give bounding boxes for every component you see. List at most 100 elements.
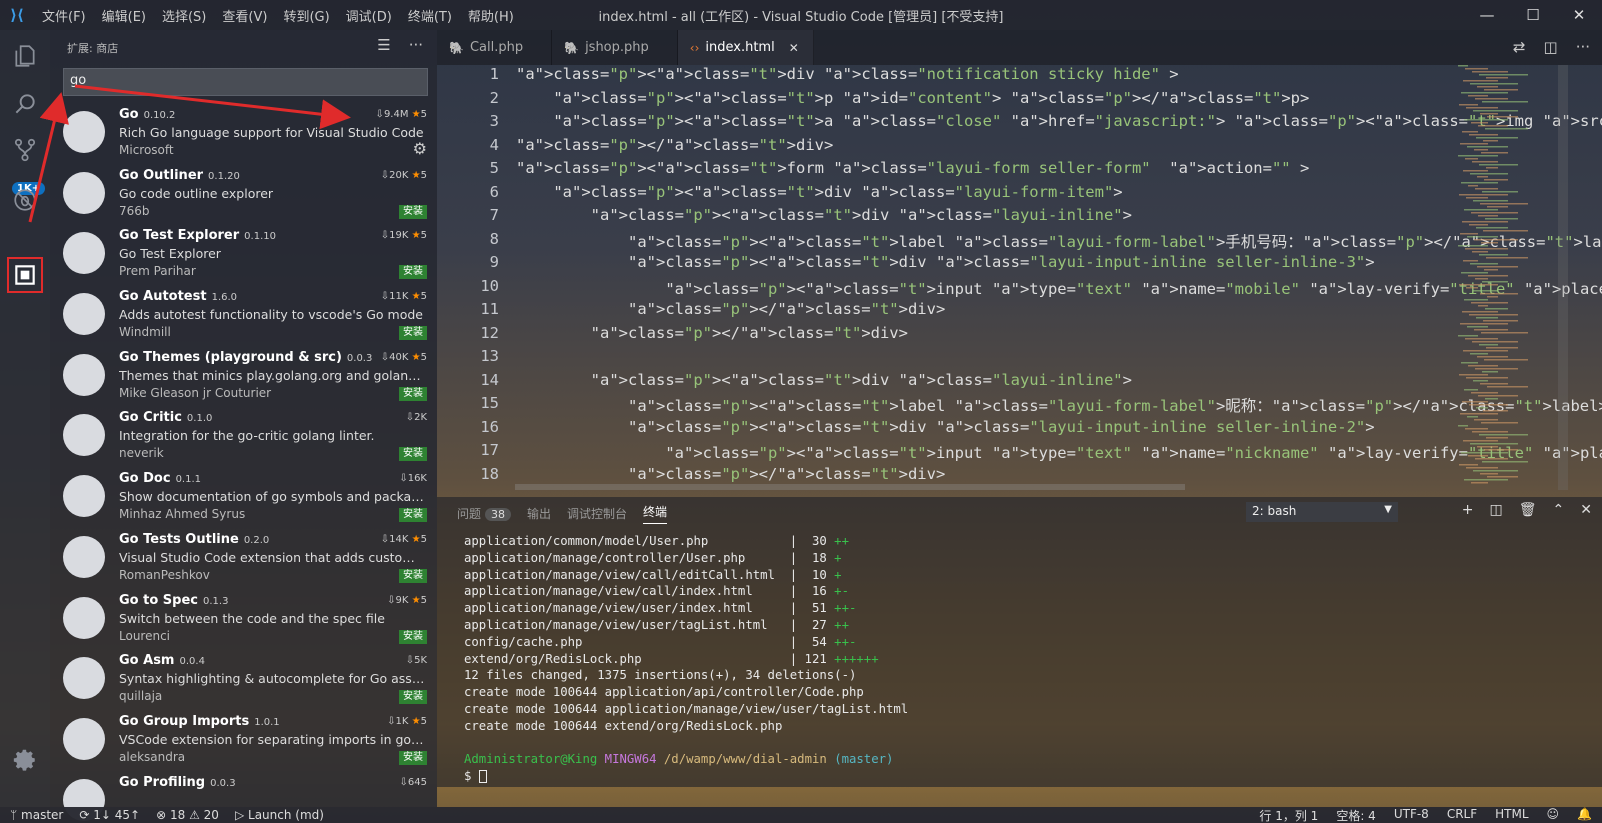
encoding[interactable]: UTF-8	[1394, 807, 1429, 823]
code-editor[interactable]: 1 "a">class="p"><"a">class="t">div "a">cl…	[437, 65, 1602, 490]
tab-call-php[interactable]: 🐘 Call.php	[437, 30, 553, 65]
debug-icon[interactable]	[0, 176, 50, 224]
install-button[interactable]: 安装	[399, 568, 427, 583]
close-tab-icon[interactable]: ✕	[789, 41, 799, 55]
minimap-line	[1478, 125, 1508, 127]
code-line: "a">class="p"><"a">class="t">p "a">id="c…	[553, 88, 1310, 107]
extension-item[interactable]: Go to Spec 0.1.3 Switch between the code a…	[50, 591, 437, 652]
menu-selection[interactable]: 选择(S)	[154, 6, 214, 25]
tab-label: jshop.php	[585, 40, 649, 55]
extension-search-input[interactable]: go	[63, 68, 428, 96]
problems-status[interactable]: ⊗ 18 ⚠ 20	[156, 808, 219, 822]
explorer-icon[interactable]	[0, 32, 50, 80]
split-terminal-icon[interactable]: ◫	[1490, 502, 1503, 518]
tab-terminal[interactable]: 终端	[643, 503, 668, 524]
extension-description: Switch between the code and the spec fil…	[119, 610, 385, 626]
terminal-output[interactable]: application/common/model/User.php | 30 +…	[464, 533, 908, 785]
maximize-panel-icon[interactable]: ⌃	[1553, 502, 1565, 518]
indentation[interactable]: 空格: 4	[1336, 807, 1376, 823]
terminal-input-line[interactable]: $	[464, 768, 908, 785]
line-number: 1	[489, 65, 499, 83]
source-control-icon[interactable]	[0, 126, 50, 174]
minimap-line	[1459, 284, 1498, 286]
extension-publisher: neverik	[119, 446, 164, 461]
editor-horizontal-scrollbar[interactable]	[515, 484, 1185, 490]
extension-item[interactable]: Go Outliner 0.1.20 Go code outline explore…	[50, 166, 437, 227]
rating-value: 5	[420, 715, 427, 727]
install-button[interactable]: 安装	[399, 326, 427, 341]
extension-item[interactable]: Go Themes (playground & src) 0.0.3 Themes …	[50, 348, 437, 409]
menu-help[interactable]: 帮助(H)	[460, 6, 522, 25]
extension-stats: ⇩14K ★5	[381, 534, 427, 545]
search-icon[interactable]	[0, 80, 50, 128]
install-button[interactable]: 安装	[399, 508, 427, 523]
new-terminal-icon[interactable]: +	[1462, 502, 1474, 518]
install-button[interactable]: 安装	[399, 204, 427, 219]
terminal-select[interactable]: 2: bash ▼	[1246, 502, 1398, 522]
maximize-button[interactable]: ☐	[1510, 0, 1556, 30]
minimap-line	[1472, 161, 1498, 163]
menu-edit[interactable]: 编辑(E)	[94, 6, 154, 25]
more-actions-icon[interactable]: ···	[409, 36, 423, 54]
install-button[interactable]: 安装	[399, 265, 427, 280]
download-count: 40K	[389, 351, 409, 363]
install-button[interactable]: 安装	[399, 690, 427, 705]
tab-index-html[interactable]: ‹› index.html ✕	[677, 30, 814, 65]
minimap-line	[1483, 320, 1518, 322]
cursor-position[interactable]: 行 1，列 1	[1259, 807, 1318, 823]
manage-gear-icon[interactable]: ⚙	[413, 139, 427, 158]
kill-terminal-icon[interactable]: 🗑	[1519, 502, 1537, 518]
extension-item[interactable]: Go Group Imports 1.0.1 VSCode extension fo…	[50, 712, 437, 773]
tab-debug-console[interactable]: 调试控制台	[567, 505, 627, 522]
extension-item[interactable]: Go Test Explorer 0.1.10 Go Test Explorer Pr…	[50, 226, 437, 287]
minimap-line	[1478, 215, 1498, 217]
more-actions-icon[interactable]: ···	[1576, 38, 1590, 56]
close-panel-icon[interactable]: ✕	[1580, 502, 1592, 518]
install-button[interactable]: 安装	[399, 386, 427, 401]
editor-vertical-scrollbar[interactable]	[1558, 65, 1568, 490]
clear-list-icon[interactable]: ☰	[377, 36, 390, 54]
compare-changes-icon[interactable]: ⇄	[1513, 38, 1526, 56]
notifications-icon[interactable]: 🔔	[1577, 807, 1592, 823]
launch-status[interactable]: ▷ Launch (md)	[235, 808, 324, 822]
menu-file[interactable]: 文件(F)	[34, 6, 94, 25]
extension-item[interactable]: Go Doc 0.1.1 Show documentation of go symb…	[50, 469, 437, 530]
close-window-button[interactable]: ✕	[1556, 0, 1602, 30]
split-editor-icon[interactable]: ◫	[1544, 38, 1558, 56]
menu-debug[interactable]: 调试(D)	[338, 6, 400, 25]
line-ending[interactable]: CRLF	[1447, 807, 1477, 823]
tab-jshop-php[interactable]: 🐘 jshop.php	[552, 30, 678, 65]
menu-view[interactable]: 查看(V)	[214, 6, 275, 25]
minimap-line	[1470, 443, 1518, 445]
install-button[interactable]: 安装	[399, 629, 427, 644]
extensions-icon[interactable]	[7, 257, 43, 293]
chevron-down-icon: ▼	[1384, 504, 1392, 515]
menu-go[interactable]: 转到(G)	[275, 6, 337, 25]
error-icon: ⊗	[156, 808, 167, 822]
minimap-line	[1467, 146, 1508, 148]
extension-item[interactable]: Go 0.10.2 Rich Go language support for Vis…	[50, 105, 437, 166]
code-line: "a">class="p"><"a">class="t">div "a">cla…	[553, 182, 1123, 201]
language-mode[interactable]: HTML	[1495, 807, 1528, 823]
install-button[interactable]: 安装	[399, 447, 427, 462]
feedback-icon[interactable]: ☺	[1547, 807, 1560, 823]
install-button[interactable]: 安装	[399, 750, 427, 765]
minimap-line	[1467, 236, 1498, 238]
extension-item[interactable]: Go Autotest 1.6.0 Adds autotest functional…	[50, 287, 437, 348]
extension-item[interactable]: Go Asm 0.0.4 Syntax highlighting & autocom…	[50, 651, 437, 712]
settings-gear-icon[interactable]	[0, 736, 50, 784]
menu-terminal[interactable]: 终端(T)	[400, 6, 460, 25]
minimize-button[interactable]: —	[1464, 0, 1510, 30]
tab-output[interactable]: 输出	[527, 505, 551, 522]
download-icon: ⇩	[387, 715, 396, 727]
download-count: 16K	[407, 473, 427, 485]
extension-item[interactable]: Go Critic 0.1.0 Integration for the go-cri…	[50, 408, 437, 469]
code-line: "a">class="p"><"a">class="t">a "a">class…	[553, 112, 1602, 130]
extension-item[interactable]: Go Tests Outline 0.2.0 Visual Studio Code …	[50, 530, 437, 591]
extension-publisher: Mike Gleason jr Couturier	[119, 385, 272, 400]
tab-problems[interactable]: 问题 38	[457, 505, 512, 522]
branch-status[interactable]: ᛘ master	[10, 808, 63, 822]
extension-stats: ⇩1K ★5	[387, 716, 427, 727]
minimap[interactable]	[1458, 65, 1558, 490]
sync-status[interactable]: ⟳ 1↓ 45↑	[79, 808, 140, 822]
